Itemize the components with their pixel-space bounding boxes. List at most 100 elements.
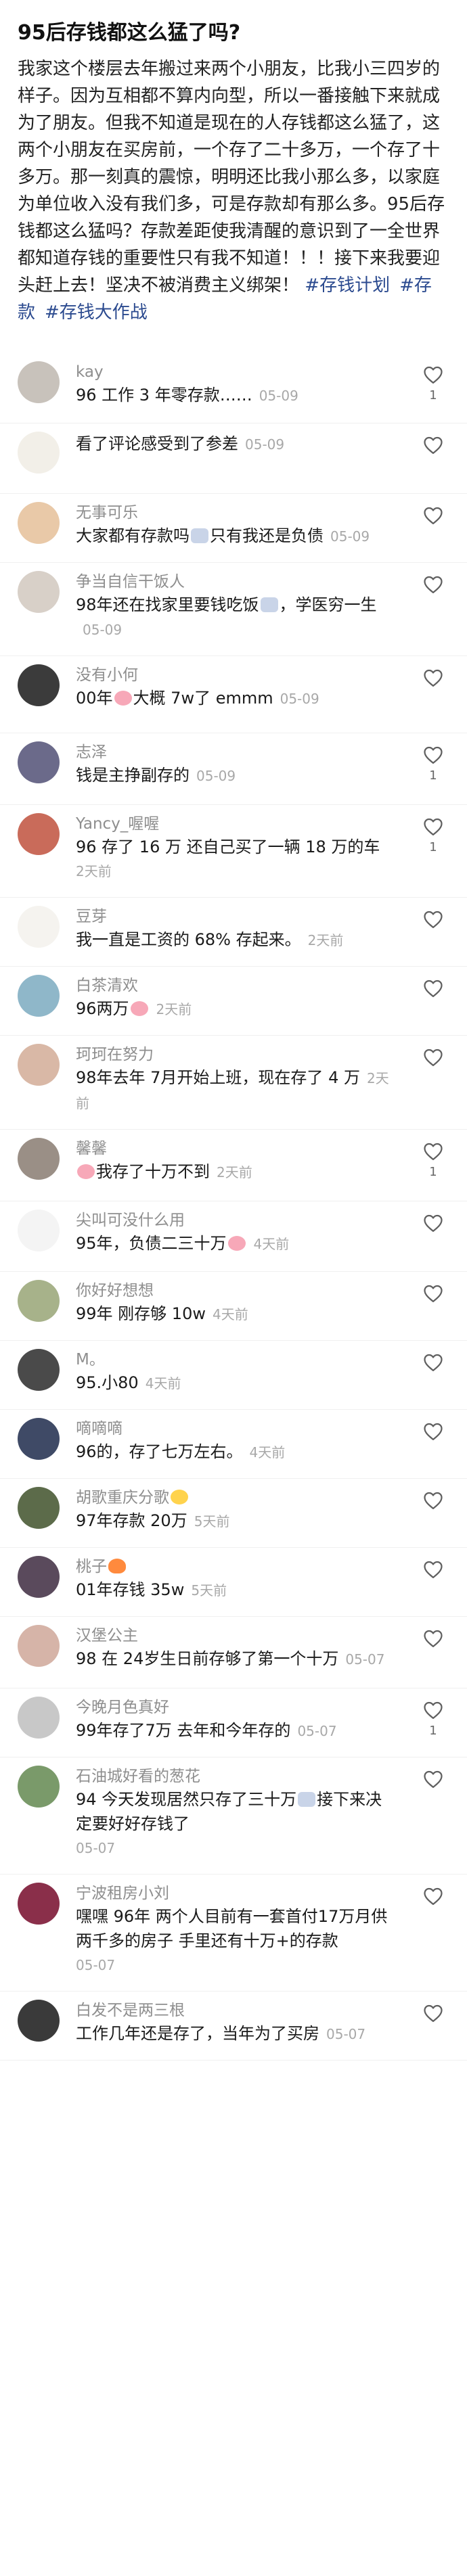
like-button[interactable]: 1 [420, 1142, 447, 1179]
avatar[interactable] [18, 571, 60, 613]
comment-author[interactable]: 馨馨 [76, 1138, 394, 1159]
comment-author[interactable]: Yancy_喔喔 [76, 813, 394, 835]
heart-icon [424, 1354, 443, 1371]
like-button[interactable] [420, 1560, 447, 1583]
comment-time: 5天前 [194, 1513, 230, 1530]
comment-body: 争当自信干饭人 98年还在找家里要钱吃饭 ，学医穷一生 05-09 [60, 563, 448, 656]
comment-text: 96 存了 16 万 还自己买了一辆 18 万的车 2天前 [76, 835, 394, 883]
avatar[interactable] [18, 1044, 60, 1086]
like-button[interactable] [420, 436, 447, 459]
avatar[interactable] [18, 1138, 60, 1180]
comment-text-content: 嘿嘿 96年 两个人目前有一套首付17万月供两千多的房子 手里还有十万+的存款 [76, 1907, 388, 1950]
comment-body: 尖叫可没什么用 95年，负债二三十万 4天前 [60, 1201, 448, 1271]
comment-author[interactable]: 白发不是两三根 [76, 2000, 394, 2021]
like-button[interactable]: 1 [420, 365, 447, 402]
tag-saving-plan[interactable]: #存钱计划 [305, 275, 390, 296]
comment-author[interactable]: 珂珂在努力 [76, 1044, 394, 1065]
comment-author[interactable]: 汉堡公主 [76, 1625, 394, 1647]
like-button[interactable] [420, 910, 447, 933]
comment-author[interactable]: 胡歌重庆分歌 [76, 1487, 394, 1509]
like-button[interactable] [420, 1770, 447, 1793]
avatar[interactable] [18, 361, 60, 403]
like-button[interactable] [420, 506, 447, 529]
like-button[interactable] [420, 979, 447, 1002]
heart-icon [424, 911, 443, 928]
avatar[interactable] [18, 432, 60, 474]
like-button[interactable]: 1 [420, 1701, 447, 1738]
comment-author[interactable]: 今晚月色真好 [76, 1697, 394, 1718]
like-button[interactable] [420, 575, 447, 598]
avatar[interactable] [18, 664, 60, 706]
avatar[interactable] [18, 813, 60, 855]
comment-time: 05-09 [280, 691, 319, 707]
like-button[interactable] [420, 1048, 447, 1071]
comment-item: 豆芽 我一直是工资的 68% 存起来。 2天前 [0, 898, 467, 967]
like-button[interactable]: 1 [420, 745, 447, 783]
comment-item: 白发不是两三根 工作几年还是存了，当年为了买房 05-07 [0, 1992, 467, 2061]
avatar[interactable] [18, 2000, 60, 2042]
comment-item: 你好好想想 99年 刚存够 10w 4天前 [0, 1272, 467, 1341]
post: 95后存钱都这么猛了吗? 我家这个楼层去年搬过来两个小朋友，比我小三四岁的样子。… [0, 0, 467, 326]
like-button[interactable] [420, 1491, 447, 1514]
comment-body: kay 96 工作 3 年零存款…… 05-09 [60, 353, 448, 423]
avatar[interactable] [18, 1280, 60, 1322]
comment-list: kay 96 工作 3 年零存款…… 05-09 1 看了评论感受到了参差 05-09 无事… [0, 353, 467, 2061]
comment-author[interactable]: 豆芽 [76, 906, 394, 927]
like-count: 1 [429, 840, 437, 854]
like-button[interactable] [420, 1284, 447, 1307]
comment-author[interactable]: 志泽 [76, 741, 394, 763]
comment-item: 争当自信干饭人 98年还在找家里要钱吃饭 ，学医穷一生 05-09 [0, 563, 467, 656]
comment-author[interactable]: 没有小何 [76, 664, 394, 686]
avatar[interactable] [18, 502, 60, 544]
like-button[interactable] [420, 1422, 447, 1445]
comment-author[interactable]: kay [76, 361, 394, 383]
comment-text: 94 今天发现居然只存了三十万 接下来决定要好好存钱了 05-07 [76, 1787, 394, 1860]
avatar[interactable] [18, 1556, 60, 1598]
like-button[interactable] [420, 1629, 447, 1652]
comment-author[interactable]: 桃子 [76, 1556, 394, 1578]
avatar[interactable] [18, 906, 60, 948]
avatar[interactable] [18, 1210, 60, 1251]
like-button[interactable] [420, 1887, 447, 1910]
avatar[interactable] [18, 741, 60, 783]
like-button[interactable]: 1 [420, 817, 447, 854]
avatar[interactable] [18, 1883, 60, 1925]
heart-icon [424, 2004, 443, 2022]
comment-time: 05-07 [326, 2026, 366, 2042]
comment-author[interactable]: 石油城好看的葱花 [76, 1766, 394, 1787]
heart-icon [424, 1049, 443, 1066]
comment-author[interactable]: 尖叫可没什么用 [76, 1210, 394, 1231]
like-button[interactable] [420, 668, 447, 691]
avatar[interactable] [18, 1349, 60, 1391]
comment-text-content: 我一直是工资的 68% 存起来。 [76, 930, 301, 949]
heart-icon [424, 1214, 443, 1232]
comment-time: 05-09 [330, 528, 370, 545]
comment-author[interactable]: 嘀嘀嘀 [76, 1418, 394, 1440]
avatar[interactable] [18, 1766, 60, 1808]
comment-text: 嘿嘿 96年 两个人目前有一套首付17万月供两千多的房子 手里还有十万+的存款 0… [76, 1904, 394, 1977]
comment-author[interactable]: M。 [76, 1349, 394, 1371]
heart-icon [424, 669, 443, 687]
comment-time: 4天前 [212, 1306, 248, 1322]
like-button[interactable] [420, 2004, 447, 2027]
avatar[interactable] [18, 1697, 60, 1739]
like-button[interactable] [420, 1214, 447, 1237]
comment-author[interactable]: 无事可乐 [76, 502, 394, 524]
comment-text-part: 94 今天发现居然只存了三十万 [76, 1790, 297, 1809]
comment-text: 96两万 2天前 [76, 996, 394, 1021]
comment-author-label: kay [76, 363, 104, 381]
tag-saving-battle[interactable]: #存钱大作战 [45, 302, 148, 323]
avatar[interactable] [18, 1487, 60, 1529]
comment-text: 钱是主挣副存的 05-09 [76, 763, 394, 788]
comment-text-content: 01年存钱 35w [76, 1580, 185, 1599]
comment-author[interactable]: 宁波租房小刘 [76, 1883, 394, 1904]
comment-author[interactable]: 你好好想想 [76, 1280, 394, 1302]
comment-text-part: 只有我还是负债 [210, 526, 324, 545]
avatar[interactable] [18, 1418, 60, 1460]
comment-author[interactable]: 白茶清欢 [76, 975, 394, 996]
comment-author[interactable]: 争当自信干饭人 [76, 571, 394, 593]
avatar[interactable] [18, 975, 60, 1017]
like-count: 1 [429, 768, 437, 783]
like-button[interactable] [420, 1353, 447, 1376]
avatar[interactable] [18, 1625, 60, 1667]
